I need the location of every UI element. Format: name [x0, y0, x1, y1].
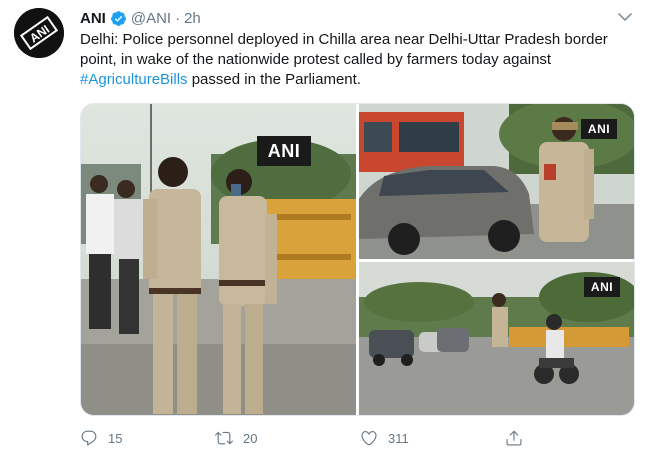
- media-grid: ANI ANI ANI: [80, 103, 635, 416]
- tweet-text-body: Delhi: Police personnel deployed in Chil…: [80, 31, 608, 68]
- like-icon: [361, 431, 377, 446]
- retweet-button[interactable]: 20: [215, 429, 360, 447]
- avatar[interactable]: ANI: [14, 8, 64, 58]
- officer-directing-traffic-photo[interactable]: ANI: [359, 104, 634, 259]
- ani-logo: ANI: [14, 8, 64, 58]
- tweet-text: Delhi: Police personnel deployed in Chil…: [80, 30, 620, 90]
- retweet-icon: [215, 431, 233, 445]
- chevron-down-icon[interactable]: [616, 10, 634, 24]
- share-button[interactable]: [505, 429, 533, 447]
- retweet-count: 20: [243, 430, 258, 446]
- reply-icon: [81, 430, 97, 446]
- verified-badge-icon: [110, 10, 126, 26]
- tweet-text-end: passed in the Parliament.: [187, 71, 361, 88]
- tweet-actions: 15 20 311: [80, 427, 560, 449]
- tweet-header: ANI @ANI · 2h: [80, 8, 201, 28]
- like-count: 311: [388, 430, 409, 446]
- reply-button[interactable]: 15: [80, 429, 215, 447]
- separator-dot: ·: [175, 9, 181, 27]
- like-button[interactable]: 311: [360, 429, 505, 447]
- reply-count: 15: [108, 430, 123, 446]
- hashtag-link[interactable]: #AgricultureBills: [80, 71, 188, 88]
- police-officers-photo[interactable]: ANI: [81, 104, 356, 415]
- road-checkpoint-photo[interactable]: ANI: [359, 262, 634, 415]
- tweet-timestamp[interactable]: 2h: [184, 10, 201, 27]
- ani-watermark: ANI: [584, 277, 620, 297]
- ani-watermark: ANI: [257, 136, 311, 166]
- author-handle[interactable]: @ANI: [131, 10, 171, 27]
- ani-watermark: ANI: [581, 119, 617, 139]
- share-icon: [506, 430, 522, 446]
- author-name[interactable]: ANI: [80, 10, 106, 27]
